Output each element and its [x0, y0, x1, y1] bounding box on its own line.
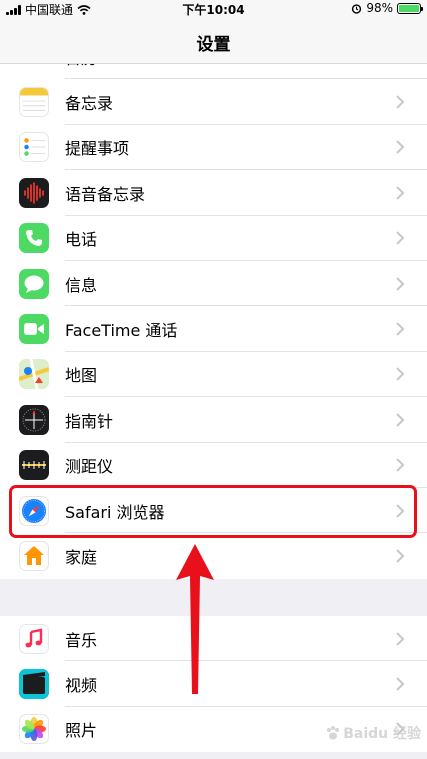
videos-icon — [19, 669, 49, 700]
settings-row-label: 电话 — [65, 230, 98, 250]
chevron-right-icon — [396, 413, 405, 427]
settings-group-apps: 日历 备忘录 提醒事项 — [0, 34, 427, 579]
facetime-icon — [19, 314, 49, 345]
chevron-right-icon — [396, 458, 405, 472]
settings-row-measure[interactable]: 测距仪 — [0, 443, 427, 488]
settings-row-label: 地图 — [65, 366, 98, 386]
chevron-right-icon — [396, 95, 405, 109]
page-title: 设置 — [196, 35, 231, 55]
chevron-right-icon — [396, 231, 405, 245]
settings-row-compass[interactable]: 指南针 — [0, 397, 427, 443]
settings-row-voice-memos[interactable]: 语音备忘录 — [0, 170, 427, 216]
paw-icon — [327, 726, 340, 740]
settings-row-label: 音乐 — [65, 630, 98, 650]
settings-row-messages[interactable]: 信息 — [0, 261, 427, 307]
chevron-right-icon — [396, 677, 405, 691]
settings-row-phone[interactable]: 电话 — [0, 216, 427, 261]
status-right: 98% — [351, 1, 423, 15]
chevron-right-icon — [396, 631, 405, 646]
chevron-right-icon — [396, 549, 405, 563]
measure-icon — [19, 450, 49, 481]
chevron-right-icon — [396, 140, 405, 155]
battery-icon — [397, 2, 423, 14]
chevron-right-icon — [396, 367, 405, 382]
settings-row-maps[interactable]: 地图 — [0, 352, 427, 398]
watermark-text: Baidu 经验 — [343, 726, 421, 742]
settings-row-label: FaceTime 通话 — [65, 321, 178, 341]
voice-memos-icon — [19, 177, 49, 208]
home-icon — [19, 540, 49, 571]
navigation-bar: 设置 — [0, 16, 427, 64]
settings-row-reminders[interactable]: 提醒事项 — [0, 125, 427, 171]
settings-row-label: 指南针 — [65, 411, 114, 431]
alarm-icon — [352, 3, 362, 14]
status-bar: 中国联通 下午10:04 98% — [0, 0, 427, 17]
safari-icon — [19, 495, 49, 526]
settings-row-label: 视频 — [65, 676, 98, 696]
battery-fill — [399, 4, 419, 12]
chevron-right-icon — [396, 503, 405, 518]
settings-row-label: 语音备忘录 — [65, 184, 146, 204]
red-arrow-up-icon — [176, 544, 214, 694]
watermark: Baidu 经验 — [325, 723, 421, 743]
settings-row-label: Safari 浏览器 — [65, 502, 165, 522]
settings-row-label: 测距仪 — [65, 457, 114, 477]
photos-icon — [19, 714, 49, 745]
chevron-right-icon — [396, 276, 405, 291]
notes-icon — [19, 87, 49, 118]
settings-row-label: 备忘录 — [65, 94, 114, 114]
settings-row-safari[interactable]: Safari 浏览器 — [0, 488, 427, 534]
compass-icon — [19, 404, 49, 435]
reminders-icon — [19, 132, 49, 163]
music-icon — [19, 623, 49, 654]
chevron-right-icon — [396, 322, 405, 336]
settings-row-facetime[interactable]: FaceTime 通话 — [0, 306, 427, 352]
settings-row-label: 提醒事项 — [65, 139, 130, 159]
settings-row-label: 信息 — [65, 275, 98, 295]
settings-row-label: 照片 — [65, 721, 98, 741]
phone-icon — [19, 223, 49, 254]
settings-row-notes[interactable]: 备忘录 — [0, 79, 427, 125]
messages-icon — [19, 268, 49, 299]
battery-percent: 98% — [366, 1, 393, 15]
chevron-right-icon — [396, 186, 405, 200]
settings-row-label: 家庭 — [65, 547, 98, 567]
maps-icon — [19, 359, 49, 390]
